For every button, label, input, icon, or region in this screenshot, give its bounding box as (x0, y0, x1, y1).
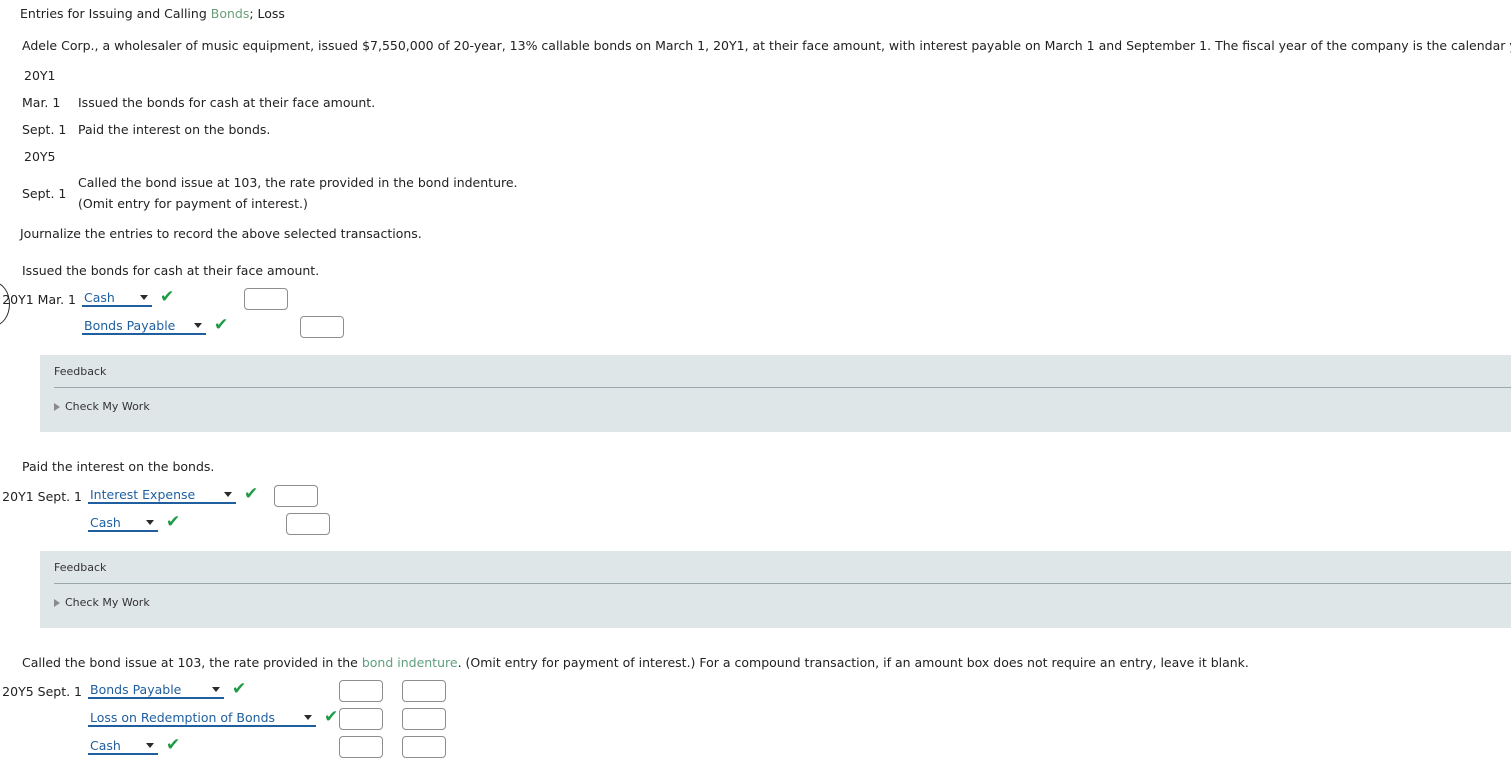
entry-2-row-2-credit-input[interactable] (286, 513, 331, 535)
entry-3-row-1-date: 20Y5 Sept. 1 (2, 684, 82, 699)
table-row: Cash ✔ (0, 735, 447, 764)
timeline-year-20y1: 20Y1 (24, 68, 56, 83)
entry-2-feedback-panel: Feedback Check My Work (40, 551, 1511, 628)
entry-1-journal: 20Y1 Mar. 1 Cash ✔ Bonds Payable ✔ (0, 288, 345, 344)
entry-1-feedback-panel: Feedback Check My Work (40, 355, 1511, 432)
entry-3-row-2-correct-icon: ✔ (324, 707, 339, 727)
entry-1-row-1-date: 20Y1 Mar. 1 (2, 292, 76, 307)
bond-indenture-link[interactable]: bond indenture (362, 655, 458, 670)
entry-3-row-2-account-label: Loss on Redemption of Bonds (90, 710, 276, 725)
chevron-down-icon (304, 715, 312, 720)
entry-2-row-1-account-label: Interest Expense (90, 487, 196, 502)
entry-1-row-2-account-label: Bonds Payable (84, 318, 176, 333)
exercise-page: Entries for Issuing and Calling Bonds; L… (0, 0, 1511, 775)
entry-3-row-2-date (0, 708, 88, 712)
chevron-down-icon (212, 687, 220, 692)
timeline-event-sept-1-y1: Sept. 1 Paid the interest on the bonds. (22, 122, 270, 137)
table-row: 20Y1 Mar. 1 Cash ✔ (0, 288, 344, 316)
entry-2-row-2-account-label: Cash (90, 515, 121, 530)
entry-1-row-1-correct-icon: ✔ (160, 287, 175, 307)
journalize-instruction: Journalize the entries to record the abo… (20, 226, 422, 241)
entry-2-row-1-correct-icon: ✔ (244, 484, 259, 504)
entry-2-row-1-date: 20Y1 Sept. 1 (2, 489, 82, 504)
entry-3-prompt: Called the bond issue at 103, the rate p… (22, 655, 1249, 670)
entry-2-row-1-debit-input[interactable] (274, 485, 319, 507)
timeline-event-mar-1: Mar. 1 Issued the bonds for cash at their… (22, 95, 375, 110)
table-row: 20Y5 Sept. 1 Bonds Payable ✔ (0, 679, 447, 708)
entry-3-row-3-credit-input[interactable] (402, 736, 447, 758)
page-title-before: Entries for Issuing and Calling (20, 6, 211, 21)
check-my-work-label: Check My Work (65, 400, 150, 413)
entry-2-journal: 20Y1 Sept. 1 Interest Expense ✔ Cash ✔ (0, 485, 331, 541)
entry-3-row-1-correct-icon: ✔ (232, 679, 247, 699)
chevron-down-icon (146, 520, 154, 525)
entry-3-row-3-correct-icon: ✔ (166, 735, 181, 755)
page-title-after: ; Loss (249, 6, 285, 21)
timeline-event-sept-1-y5: Sept. 1 Called the bond issue at 103, th… (22, 175, 518, 211)
timeline-event-sept-1-y5-line1: Called the bond issue at 103, the rate p… (78, 175, 518, 190)
entry-2-prompt: Paid the interest on the bonds. (22, 459, 215, 474)
table-row: 20Y1 Sept. 1 Interest Expense ✔ (0, 485, 330, 513)
check-my-work-label: Check My Work (65, 596, 150, 609)
feedback-title: Feedback (54, 365, 107, 378)
entry-3-row-2-account-select[interactable]: Loss on Redemption of Bonds (88, 708, 316, 727)
entry-3-row-2-credit-input[interactable] (402, 708, 447, 730)
entry-1-check-my-work-toggle[interactable]: Check My Work (40, 388, 150, 413)
entry-3-row-3-account-select[interactable]: Cash (88, 736, 158, 755)
entry-3-row-1-credit-input[interactable] (402, 680, 447, 702)
entry-1-row-2-account-select[interactable]: Bonds Payable (82, 316, 206, 335)
entry-1-row-2-correct-icon: ✔ (214, 315, 229, 335)
timeline-event-sept-1-y1-date: Sept. 1 (22, 122, 67, 137)
timeline-event-sept-1-y5-line2: (Omit entry for payment of interest.) (78, 196, 308, 211)
chevron-down-icon (224, 492, 232, 497)
table-row: Bonds Payable ✔ (0, 315, 345, 344)
problem-statement: Adele Corp., a wholesaler of music equip… (22, 38, 1511, 53)
entry-3-row-1-debit-input[interactable] (339, 680, 384, 702)
timeline-year-20y5: 20Y5 (24, 149, 56, 164)
timeline-event-mar-1-date: Mar. 1 (22, 95, 61, 110)
timeline-event-sept-1-y5-date: Sept. 1 (22, 185, 67, 201)
bonds-glossary-link[interactable]: Bonds (211, 6, 250, 21)
divider (54, 387, 1511, 388)
entry-2-row-2-correct-icon: ✔ (166, 512, 181, 532)
entry-3-journal: 20Y5 Sept. 1 Bonds Payable ✔ Loss on Red… (0, 679, 447, 764)
feedback-title: Feedback (54, 561, 107, 574)
timeline-event-mar-1-text: Issued the bonds for cash at their face … (78, 95, 376, 110)
entry-1-row-1-debit-input[interactable] (244, 288, 289, 310)
entry-2-row-2-account-select[interactable]: Cash (88, 513, 158, 532)
table-row: Cash ✔ (0, 512, 331, 541)
triangle-right-icon (54, 598, 60, 607)
entry-1-row-2-credit-input[interactable] (300, 316, 345, 338)
entry-3-row-2-debit-input[interactable] (339, 708, 384, 730)
page-title: Entries for Issuing and Calling Bonds; L… (20, 6, 285, 21)
entry-3-prompt-after: . (Omit entry for payment of interest.) … (457, 655, 1249, 670)
chevron-down-icon (146, 743, 154, 748)
entry-1-row-1-account-label: Cash (84, 290, 115, 305)
entry-2-row-1-account-select[interactable]: Interest Expense (88, 485, 236, 504)
divider (54, 583, 1511, 584)
entry-3-row-3-date (0, 736, 88, 740)
entry-3-row-3-account-label: Cash (90, 738, 121, 753)
chevron-down-icon (140, 295, 148, 300)
entry-3-row-3-debit-input[interactable] (339, 736, 384, 758)
entry-2-check-my-work-toggle[interactable]: Check My Work (40, 584, 150, 609)
entry-1-prompt: Issued the bonds for cash at their face … (22, 263, 320, 278)
table-row: Loss on Redemption of Bonds ✔ (0, 707, 447, 736)
triangle-right-icon (54, 402, 60, 411)
entry-2-row-2-date (0, 513, 88, 517)
entry-1-row-2-date (0, 316, 82, 320)
chevron-down-icon (194, 323, 202, 328)
entry-3-prompt-before: Called the bond issue at 103, the rate p… (22, 655, 362, 670)
entry-1-row-1-account-select[interactable]: Cash (82, 288, 152, 307)
timeline-event-sept-1-y1-text: Paid the interest on the bonds. (78, 122, 271, 137)
entry-3-row-1-account-label: Bonds Payable (90, 682, 182, 697)
entry-3-row-1-account-select[interactable]: Bonds Payable (88, 680, 224, 699)
